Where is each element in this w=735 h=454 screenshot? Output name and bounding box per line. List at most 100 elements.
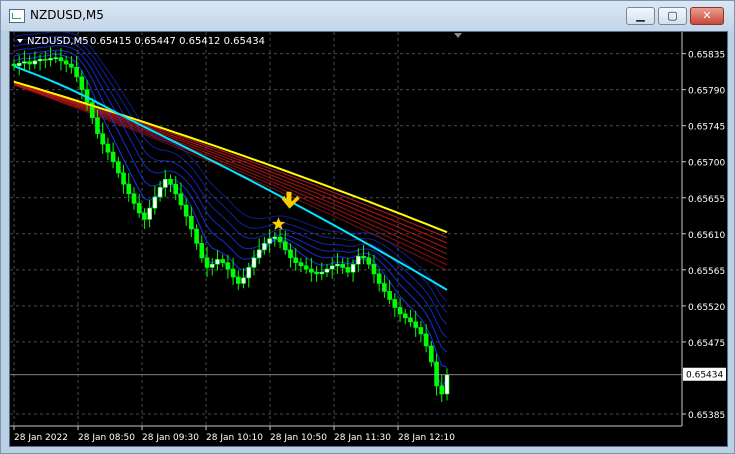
chart-window-icon bbox=[9, 9, 25, 23]
price-tick-label: 0.65520 bbox=[688, 303, 725, 313]
close-button[interactable]: ✕ bbox=[690, 7, 724, 25]
candle-bull bbox=[215, 259, 220, 265]
price-tick-label: 0.65745 bbox=[688, 123, 725, 133]
candle-bear bbox=[277, 236, 283, 243]
close-icon: ✕ bbox=[702, 9, 712, 22]
chart-symbol: NZDUSD,M5 bbox=[27, 36, 89, 47]
candle-bear bbox=[194, 228, 199, 244]
candle-bull bbox=[152, 196, 158, 209]
price-tick-label: 0.65835 bbox=[688, 51, 725, 61]
candle-bear bbox=[126, 183, 132, 195]
candle-bear bbox=[413, 321, 418, 328]
ohlc-values: 0.65415 0.65447 0.65412 0.65434 bbox=[90, 36, 265, 47]
time-tick-label: 28 Jan 10:50 bbox=[270, 433, 327, 443]
candle-bear bbox=[309, 268, 314, 273]
candle-bear bbox=[402, 313, 408, 319]
price-tick-label: 0.65700 bbox=[688, 159, 725, 169]
candle-bull bbox=[246, 267, 252, 279]
minimize-icon: ▁ bbox=[636, 9, 645, 22]
price-chart[interactable]: 0.65835 0.65790 0.65745 0.65700 0.65655 0.656… bbox=[10, 32, 727, 446]
candle-bear bbox=[79, 76, 85, 90]
minimize-button[interactable]: ▁ bbox=[626, 7, 655, 25]
candle-bear bbox=[429, 345, 434, 363]
time-tick-label: 28 Jan 09:30 bbox=[142, 433, 199, 443]
candle-bull bbox=[37, 58, 43, 62]
candle-bull bbox=[256, 249, 262, 259]
candle-bull bbox=[32, 60, 38, 65]
price-tick-label: 0.65610 bbox=[688, 231, 725, 241]
candle-bear bbox=[439, 385, 445, 395]
candle-bear bbox=[43, 58, 48, 61]
candle-bull bbox=[241, 277, 246, 284]
candle-bear bbox=[230, 268, 236, 278]
price-tick-label: 0.65475 bbox=[688, 339, 725, 349]
candle-bear bbox=[303, 265, 309, 270]
candle-bear bbox=[397, 307, 403, 315]
chart-area[interactable]: 0.65835 0.65790 0.65745 0.65700 0.65655 0.656… bbox=[9, 31, 728, 447]
candle-bear bbox=[225, 262, 231, 270]
candle-bull bbox=[147, 207, 152, 220]
maximize-button[interactable]: ▢ bbox=[658, 7, 687, 25]
candle-bear bbox=[288, 249, 293, 259]
candle-bear bbox=[178, 193, 184, 206]
chart-window: NZDUSD,M5 ▁ ▢ ✕ 0.65835 0.65790 0.65745 0.6… bbox=[0, 0, 735, 454]
candle-bull bbox=[157, 187, 163, 198]
candle-bull bbox=[335, 263, 340, 267]
candle-bear bbox=[423, 333, 429, 347]
candle-bull bbox=[329, 265, 335, 270]
price-tick-label: 0.65655 bbox=[688, 195, 725, 205]
candle-bear bbox=[387, 291, 392, 300]
candle-bear bbox=[58, 57, 64, 62]
window-titlebar[interactable]: NZDUSD,M5 ▁ ▢ ✕ bbox=[1, 1, 734, 31]
candle-bear bbox=[74, 66, 79, 78]
candle-bull bbox=[350, 263, 356, 273]
candle-bear bbox=[366, 257, 372, 265]
candle-bear bbox=[434, 361, 439, 387]
candle-bear bbox=[116, 161, 121, 174]
candle-bear bbox=[142, 212, 147, 220]
time-tick-label: 28 Jan 08:50 bbox=[78, 433, 135, 443]
candle-bear bbox=[121, 172, 126, 185]
candle-bear bbox=[199, 243, 205, 259]
candle-bull bbox=[319, 271, 325, 275]
current-price-label: 0.65434 bbox=[686, 371, 723, 381]
candle-bull bbox=[209, 263, 215, 268]
time-tick-label: 28 Jan 11:30 bbox=[334, 433, 391, 443]
price-tick-label: 0.65385 bbox=[688, 411, 725, 421]
candle-bear bbox=[69, 63, 74, 68]
candle-bear bbox=[418, 327, 424, 335]
time-tick-label: 28 Jan 12:10 bbox=[398, 433, 455, 443]
candle-bull bbox=[444, 374, 450, 395]
candle-bear bbox=[361, 255, 366, 259]
candle-bear bbox=[63, 60, 69, 65]
candle-bear bbox=[168, 179, 173, 185]
candle-bull bbox=[251, 257, 257, 268]
candle-bear bbox=[95, 117, 100, 135]
time-tick-label: 28 Jan 10:10 bbox=[206, 433, 263, 443]
candle-bear bbox=[27, 61, 32, 65]
candle-bear bbox=[293, 257, 299, 263]
price-tick-label: 0.65565 bbox=[688, 267, 725, 277]
price-tick-label: 0.65790 bbox=[688, 87, 725, 97]
window-title: NZDUSD,M5 bbox=[30, 8, 104, 22]
candle-bear bbox=[131, 193, 137, 204]
candle-bear bbox=[408, 317, 413, 323]
candle-bull bbox=[48, 58, 53, 61]
candle-bear bbox=[345, 267, 351, 273]
candle-bear bbox=[136, 203, 142, 214]
candle-bear bbox=[282, 241, 288, 251]
candle-bear bbox=[298, 262, 304, 267]
candle-bear bbox=[189, 215, 194, 230]
candle-bull bbox=[262, 243, 267, 251]
candle-bear bbox=[236, 276, 241, 284]
candle-bear bbox=[382, 283, 387, 292]
candle-bear bbox=[11, 63, 17, 66]
chart-header: NZDUSD,M5 0.65415 0.65447 0.65412 0.6543… bbox=[17, 36, 265, 47]
candle-bull bbox=[53, 57, 59, 59]
candle-bear bbox=[376, 273, 382, 284]
candle-bear bbox=[340, 263, 345, 268]
time-tick-label: 28 Jan 2022 bbox=[14, 433, 68, 443]
candle-bull bbox=[272, 236, 278, 239]
candle-bull bbox=[356, 255, 361, 265]
candle-bear bbox=[173, 183, 179, 195]
